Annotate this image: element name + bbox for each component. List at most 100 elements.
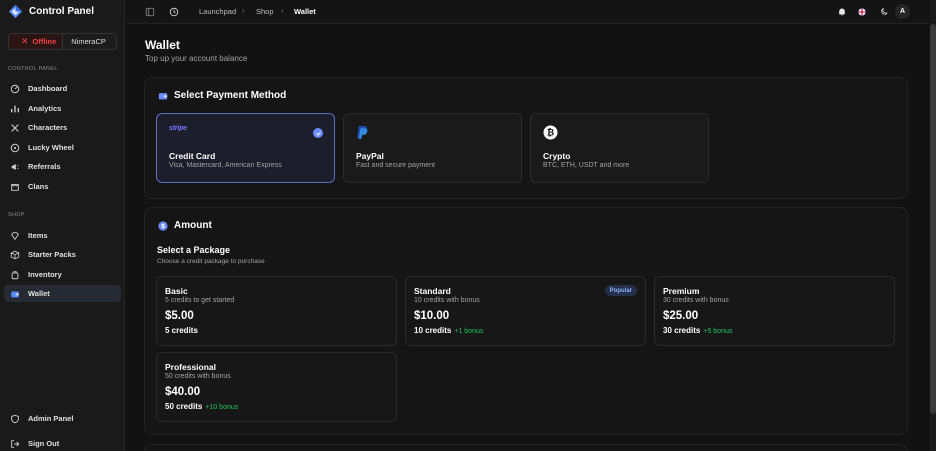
bitcoin-icon: ₿ (543, 125, 558, 142)
package-credits-amount: 30 credits (663, 326, 701, 335)
check-icon (313, 128, 323, 138)
package-desc: 5 credits to get started (165, 297, 235, 304)
amount-header: $ Amount (158, 220, 212, 231)
payment-method-header: Select Payment Method (158, 90, 286, 101)
package-section-desc: Choose a credit package to purchase (157, 258, 265, 265)
package-credits: 5 credits (165, 326, 198, 335)
section-label-control-panel: CONTROL PANEL (8, 66, 58, 72)
package-bonus: +10 bonus (205, 404, 239, 411)
payment-method-desc: Fast and secure payment (356, 162, 435, 169)
payment-method-desc: Visa, Mastercard, American Express (169, 162, 282, 169)
server-selector[interactable]: ✕ Offline NimeraCP (8, 33, 117, 50)
popular-badge: Popular (604, 285, 637, 296)
sidebar-item-label: Admin Panel (28, 414, 74, 423)
wallet-icon (158, 91, 168, 101)
package-name: Professional (165, 362, 217, 372)
offline-x-icon: ✕ (21, 36, 29, 46)
server-status-label: Offline (32, 37, 57, 46)
stripe-logo: stripe (169, 125, 187, 132)
dollar-icon: $ (158, 220, 168, 231)
section-label-shop: SHOP (8, 212, 25, 218)
package-credits: 10 credits +1 bonus (414, 326, 483, 335)
package-price: $5.00 (165, 310, 194, 322)
sidebar-item-lucky-wheel[interactable]: Lucky Wheel (4, 139, 121, 156)
sign-out-icon (10, 439, 20, 449)
package-price: $25.00 (663, 310, 699, 322)
moon-icon[interactable] (878, 6, 889, 17)
sidebar-item-clans[interactable]: Clans (4, 178, 121, 195)
package-price: $10.00 (414, 310, 450, 322)
sidebar-item-label: Referrals (28, 162, 61, 171)
amount-title: Amount (174, 220, 212, 231)
sidebar-item-sign-out[interactable]: Sign Out (4, 435, 121, 451)
scrollbar[interactable] (930, 0, 936, 451)
breadcrumb-wallet: Wallet (294, 7, 316, 16)
sidebar-item-label: Starter Packs (28, 250, 76, 259)
package-name: Premium (663, 286, 700, 296)
backpack-icon (10, 270, 20, 280)
package-name: Basic (165, 286, 188, 296)
sidebar-item-label: Lucky Wheel (28, 143, 74, 152)
sidebar-item-starter-packs[interactable]: Starter Packs (4, 246, 121, 263)
package-price: $40.00 (165, 386, 201, 398)
payment-method-paypal[interactable]: PayPal Fast and secure payment (343, 113, 522, 183)
server-name: NimeraCP (71, 37, 106, 46)
topbar: Launchpad › Shop › Wallet A (126, 0, 936, 24)
bell-icon[interactable] (836, 6, 847, 17)
language-flag-icon[interactable] (856, 6, 867, 17)
sidebar-item-label: Items (28, 231, 48, 240)
sidebar-toggle-icon[interactable] (144, 6, 155, 17)
brand-title: Control Panel (29, 5, 95, 17)
svg-text:₿: ₿ (547, 128, 554, 139)
svg-text:$: $ (161, 223, 165, 230)
payment-method-title: Crypto (543, 151, 571, 161)
swords-icon (10, 123, 20, 133)
package-desc: 50 credits with bonus (165, 373, 231, 380)
breadcrumb-launchpad[interactable]: Launchpad (199, 7, 236, 16)
sidebar-item-label: Characters (28, 123, 68, 132)
sidebar-item-inventory[interactable]: Inventory (4, 266, 121, 283)
package-credits: 50 credits +10 bonus (165, 402, 238, 411)
page-subtitle: Top up your account balance (145, 54, 248, 63)
wheel-icon (10, 143, 20, 153)
sidebar-item-characters[interactable]: Characters (4, 119, 121, 136)
package-desc: 30 credits with bonus (663, 297, 729, 304)
package-card-premium[interactable]: Premium 30 credits with bonus $25.00 30 … (654, 276, 895, 346)
package-card-professional[interactable]: Professional 50 credits with bonus $40.0… (156, 352, 397, 422)
sidebar-item-items[interactable]: Items (4, 227, 121, 244)
package-icon (10, 250, 20, 260)
package-name: Standard (414, 286, 451, 296)
brand[interactable]: Control Panel (8, 3, 94, 19)
wallet-icon (10, 289, 20, 299)
sidebar-item-admin-panel[interactable]: Admin Panel (4, 410, 121, 427)
shield-icon (10, 414, 20, 424)
sidebar-item-label: Sign Out (28, 439, 60, 448)
sidebar-item-label: Dashboard (28, 84, 68, 93)
sidebar-item-analytics[interactable]: Analytics (4, 100, 121, 117)
history-icon[interactable] (168, 6, 179, 17)
next-panel (144, 444, 908, 451)
paypal-icon (356, 125, 369, 142)
scrollbar-thumb[interactable] (930, 24, 936, 414)
gem-icon (10, 231, 20, 241)
megaphone-icon (10, 162, 20, 172)
package-card-basic[interactable]: Basic 5 credits to get started $5.00 5 c… (156, 276, 397, 346)
package-card-standard[interactable]: Standard Popular 10 credits with bonus $… (405, 276, 646, 346)
payment-method-credit-card[interactable]: stripe Credit Card Visa, Mastercard, Ame… (156, 113, 335, 183)
package-bonus: +5 bonus (703, 328, 733, 335)
chart-icon (10, 104, 20, 114)
sidebar-item-referrals[interactable]: Referrals (4, 158, 121, 175)
breadcrumb-shop[interactable]: Shop (256, 7, 274, 16)
castle-icon (10, 182, 20, 192)
package-credits-amount: 50 credits (165, 402, 203, 411)
package-credits-amount: 10 credits (414, 326, 452, 335)
package-credits-amount: 5 credits (165, 326, 198, 335)
sidebar-item-label: Clans (28, 182, 49, 191)
payment-method-title: Credit Card (169, 151, 216, 161)
payment-method-desc: BTC, ETH, USDT and more (543, 162, 630, 169)
sidebar-item-wallet[interactable]: Wallet (4, 285, 121, 302)
payment-method-title: PayPal (356, 151, 384, 161)
sidebar-item-dashboard[interactable]: Dashboard (4, 80, 121, 97)
avatar[interactable]: A (895, 4, 910, 19)
payment-method-crypto[interactable]: ₿ Crypto BTC, ETH, USDT and more (530, 113, 709, 183)
